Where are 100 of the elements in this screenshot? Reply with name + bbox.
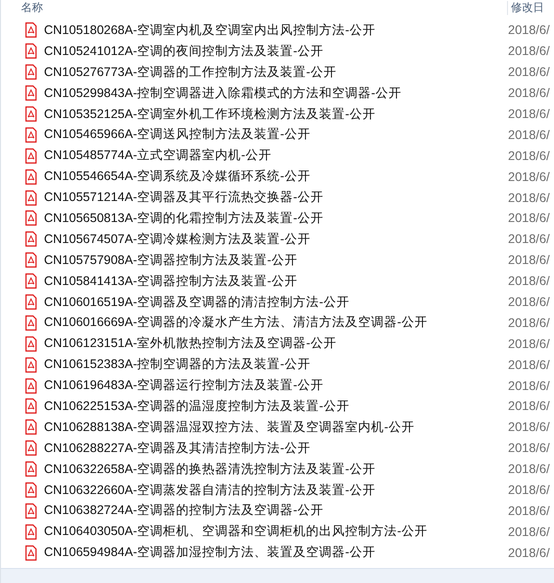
file-name: CN106322660A-空调蒸发器自清洁的控制方法及装置-公开 [44, 482, 376, 499]
file-name: CN106123151A-室外机散热控制方法及空调器-公开 [44, 335, 336, 352]
file-row[interactable]: CN106196483A-空调器运行控制方法及装置-公开 2018/6/ [1, 375, 554, 396]
file-name: CN106288227A-空调器及其清洁控制方法-公开 [44, 440, 310, 457]
pdf-file-icon [25, 461, 37, 478]
modified-date: 2018/6/ [508, 128, 550, 142]
pdf-file-icon [25, 294, 37, 310]
file-row[interactable]: CN105546654A-空调系统及冷媒循环系统-公开 2018/6/ [1, 166, 554, 188]
modified-date: 2018/6/ [508, 170, 550, 184]
pdf-file-icon [25, 22, 37, 38]
file-name: CN106403050A-空调柜机、空调器和空调柜机的出风控制方法-公开 [44, 523, 428, 540]
modified-date: 2018/6/ [508, 86, 550, 100]
modified-date: 2018/6/ [508, 358, 550, 372]
pdf-file-icon [25, 231, 37, 248]
file-name: CN105180268A-空调室内机及空调室内出风控制方法-公开 [44, 22, 376, 39]
file-name: CN106288138A-空调器温湿双控方法、装置及空调器室内机-公开 [44, 418, 414, 436]
modified-date: 2018/6/ [508, 524, 550, 539]
pdf-file-icon [25, 190, 37, 206]
modified-date: 2018/6/ [508, 44, 550, 58]
file-name: CN106016669A-空调器的冷凝水产生方法、清洁方法及空调器-公开 [44, 314, 428, 332]
modified-date: 2018/6/ [508, 211, 550, 226]
file-row[interactable]: CN106016519A-空调器及空调器的清洁控制方法-公开 2018/6/ [1, 292, 554, 312]
file-row[interactable]: CN106225153A-空调器的温湿度控制方法及装置-公开 2018/6/ [1, 396, 554, 417]
modified-date: 2018/6/ [508, 546, 550, 560]
modified-date: 2018/6/ [508, 316, 550, 330]
pdf-file-icon [25, 210, 37, 226]
pdf-file-icon [25, 64, 37, 80]
pdf-file-icon [25, 126, 37, 143]
file-name: CN105841413A-空调器控制方法及装置-公开 [44, 272, 298, 290]
modified-date: 2018/6/ [508, 399, 550, 414]
pdf-file-icon [25, 336, 37, 352]
modified-date: 2018/6/ [508, 441, 550, 456]
modified-date: 2018/6/ [508, 65, 550, 80]
file-row[interactable]: CN105352125A-空调室外机工作环境检测方法及装置-公开 2018/6/ [1, 104, 554, 124]
modified-date: 2018/6/ [508, 232, 550, 246]
pdf-file-icon [25, 168, 37, 185]
file-name: CN105276773A-空调器的工作控制方法及装置-公开 [44, 64, 336, 81]
file-row[interactable]: CN106288138A-空调器温湿双控方法、装置及空调器室内机-公开 2018/6/ [1, 416, 554, 438]
file-name: CN105757908A-空调器控制方法及装置-公开 [44, 252, 298, 269]
file-row[interactable]: CN105299843A-控制空调器进入除霜模式的方法和空调器-公开 2018/6/ [1, 82, 554, 104]
file-name: CN105571214A-空调器及其平行流热交换器-公开 [44, 189, 324, 206]
file-name: CN106594984A-空调器加湿控制方法、装置及空调器-公开 [44, 544, 376, 562]
file-name: CN106225153A-空调器的温湿度控制方法及装置-公开 [44, 398, 350, 415]
file-row[interactable]: CN105674507A-空调冷媒检测方法及装置-公开 2018/6/ [1, 228, 554, 250]
file-row[interactable]: CN106594984A-空调器加湿控制方法、装置及空调器-公开 2018/6/ [1, 542, 554, 564]
file-name: CN106382724A-空调器的控制方法及空调器-公开 [44, 502, 324, 520]
file-row[interactable]: CN105180268A-空调室内机及空调室内出风控制方法-公开 2018/6/ [1, 20, 554, 41]
pdf-file-icon [25, 419, 37, 436]
file-row[interactable]: CN106322658A-空调器的换热器清洗控制方法及装置-公开 2018/6/ [1, 458, 554, 480]
pdf-file-icon [25, 356, 37, 373]
file-row[interactable]: CN106322660A-空调蒸发器自清洁的控制方法及装置-公开 2018/6/ [1, 480, 554, 500]
pdf-file-icon [25, 85, 37, 102]
pdf-file-icon [25, 378, 37, 394]
pdf-file-icon [25, 398, 37, 414]
modified-date: 2018/6/ [508, 253, 550, 268]
file-row[interactable]: CN106016669A-空调器的冷凝水产生方法、清洁方法及空调器-公开 2018/6/ [1, 312, 554, 334]
pdf-file-icon [25, 252, 37, 268]
modified-date: 2018/6/ [508, 274, 550, 288]
file-name: CN105299843A-控制空调器进入除霜模式的方法和空调器-公开 [44, 84, 402, 102]
modified-date: 2018/6/ [508, 336, 550, 351]
modified-date: 2018/6/ [508, 483, 550, 498]
file-name: CN106322658A-空调器的换热器清洗控制方法及装置-公开 [44, 460, 376, 478]
file-row[interactable]: CN105485774A-立式空调器室内机-公开 2018/6/ [1, 145, 554, 166]
file-row[interactable]: CN106403050A-空调柜机、空调器和空调柜机的出风控制方法-公开 2018/6/ [1, 521, 554, 542]
file-name: CN105352125A-空调室外机工作环境检测方法及装置-公开 [44, 106, 376, 122]
file-name: CN105485774A-立式空调器室内机-公开 [44, 147, 272, 164]
column-header[interactable]: 修改日 [507, 1, 544, 15]
column-header[interactable]: 名称 [21, 1, 43, 15]
file-row[interactable]: CN106382724A-空调器的控制方法及空调器-公开 2018/6/ [1, 500, 554, 522]
modified-date: 2018/6/ [508, 378, 550, 393]
file-row[interactable]: CN106288227A-空调器及其清洁控制方法-公开 2018/6/ [1, 438, 554, 459]
file-name: CN106196483A-空调器运行控制方法及装置-公开 [44, 377, 324, 394]
file-name: CN105546654A-空调系统及冷媒循环系统-公开 [44, 168, 310, 186]
file-row[interactable]: CN105465966A-空调送风控制方法及装置-公开 2018/6/ [1, 124, 554, 146]
file-name: CN105650813A-空调的化霜控制方法及装置-公开 [44, 210, 324, 227]
file-row[interactable]: CN105757908A-空调器控制方法及装置-公开 2018/6/ [1, 250, 554, 271]
file-row[interactable]: CN105841413A-空调器控制方法及装置-公开 2018/6/ [1, 270, 554, 292]
pdf-file-icon [25, 314, 37, 331]
pdf-file-icon [25, 273, 37, 290]
modified-date: 2018/6/ [508, 107, 550, 121]
file-row[interactable]: CN106123151A-室外机散热控制方法及空调器-公开 2018/6/ [1, 333, 554, 354]
modified-date: 2018/6/ [508, 190, 550, 205]
file-name: CN106016519A-空调器及空调器的清洁控制方法-公开 [44, 294, 350, 311]
file-row[interactable]: CN106152383A-控制空调器的方法及装置-公开 2018/6/ [1, 354, 554, 376]
file-name: CN106152383A-控制空调器的方法及装置-公开 [44, 356, 310, 374]
file-row[interactable]: CN105241012A-空调的夜间控制方法及装置-公开 2018/6/ [1, 40, 554, 62]
modified-date: 2018/6/ [508, 295, 550, 310]
file-row[interactable]: CN105650813A-空调的化霜控制方法及装置-公开 2018/6/ [1, 208, 554, 229]
file-row[interactable]: CN105276773A-空调器的工作控制方法及装置-公开 2018/6/ [1, 62, 554, 83]
modified-date: 2018/6/ [508, 462, 550, 476]
modified-date: 2018/6/ [508, 420, 550, 434]
pdf-file-icon [25, 482, 37, 498]
pdf-file-icon [25, 524, 37, 540]
pdf-file-icon [25, 148, 37, 164]
modified-date: 2018/6/ [508, 504, 550, 518]
pdf-file-icon [25, 502, 37, 519]
modified-date: 2018/6/ [508, 23, 550, 38]
file-row[interactable]: CN105571214A-空调器及其平行流热交换器-公开 2018/6/ [1, 187, 554, 208]
pdf-file-icon [25, 43, 37, 60]
pdf-file-icon [25, 440, 37, 456]
